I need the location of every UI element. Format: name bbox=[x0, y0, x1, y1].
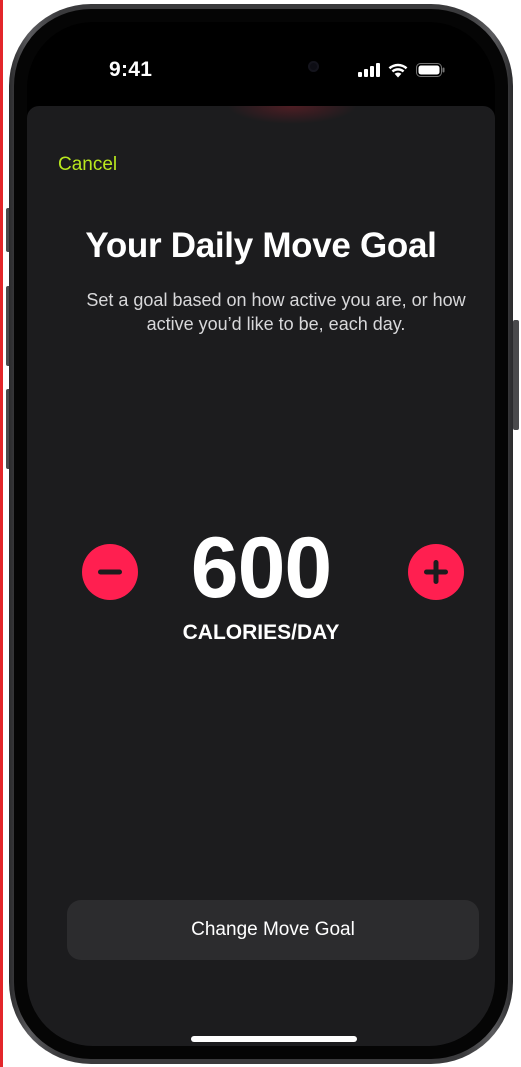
plus-icon bbox=[424, 560, 448, 584]
phone-frame: 9:41 Cancel Your Daily Move Goal Set a g… bbox=[9, 4, 513, 1064]
status-bar: 9:41 bbox=[27, 22, 495, 102]
battery-icon bbox=[416, 63, 445, 77]
side-power-button bbox=[513, 320, 519, 430]
home-indicator[interactable] bbox=[191, 1036, 357, 1042]
page-title: Your Daily Move Goal bbox=[85, 226, 437, 265]
phone-screen: 9:41 Cancel Your Daily Move Goal Set a g… bbox=[27, 22, 495, 1046]
move-goal-sheet: Cancel Your Daily Move Goal Set a goal b… bbox=[27, 106, 495, 1046]
stage: 9:41 Cancel Your Daily Move Goal Set a g… bbox=[0, 0, 521, 1067]
wifi-icon bbox=[388, 63, 408, 77]
front-camera-icon bbox=[308, 61, 319, 72]
change-move-goal-button[interactable]: Change Move Goal bbox=[67, 900, 479, 960]
status-time: 9:41 bbox=[109, 58, 153, 81]
dynamic-island bbox=[207, 50, 335, 84]
cellular-signal-icon bbox=[358, 63, 380, 77]
phone-bezel: 9:41 Cancel Your Daily Move Goal Set a g… bbox=[14, 9, 508, 1059]
goal-unit-label: CALORIES/DAY bbox=[182, 621, 340, 644]
cancel-button[interactable]: Cancel bbox=[58, 154, 117, 176]
increase-goal-button[interactable] bbox=[408, 544, 464, 600]
sheet-top-tint bbox=[227, 106, 357, 124]
status-icons bbox=[358, 62, 445, 78]
edge-line bbox=[0, 0, 3, 1067]
page-subtitle: Set a goal based on how active you are, … bbox=[86, 290, 466, 334]
